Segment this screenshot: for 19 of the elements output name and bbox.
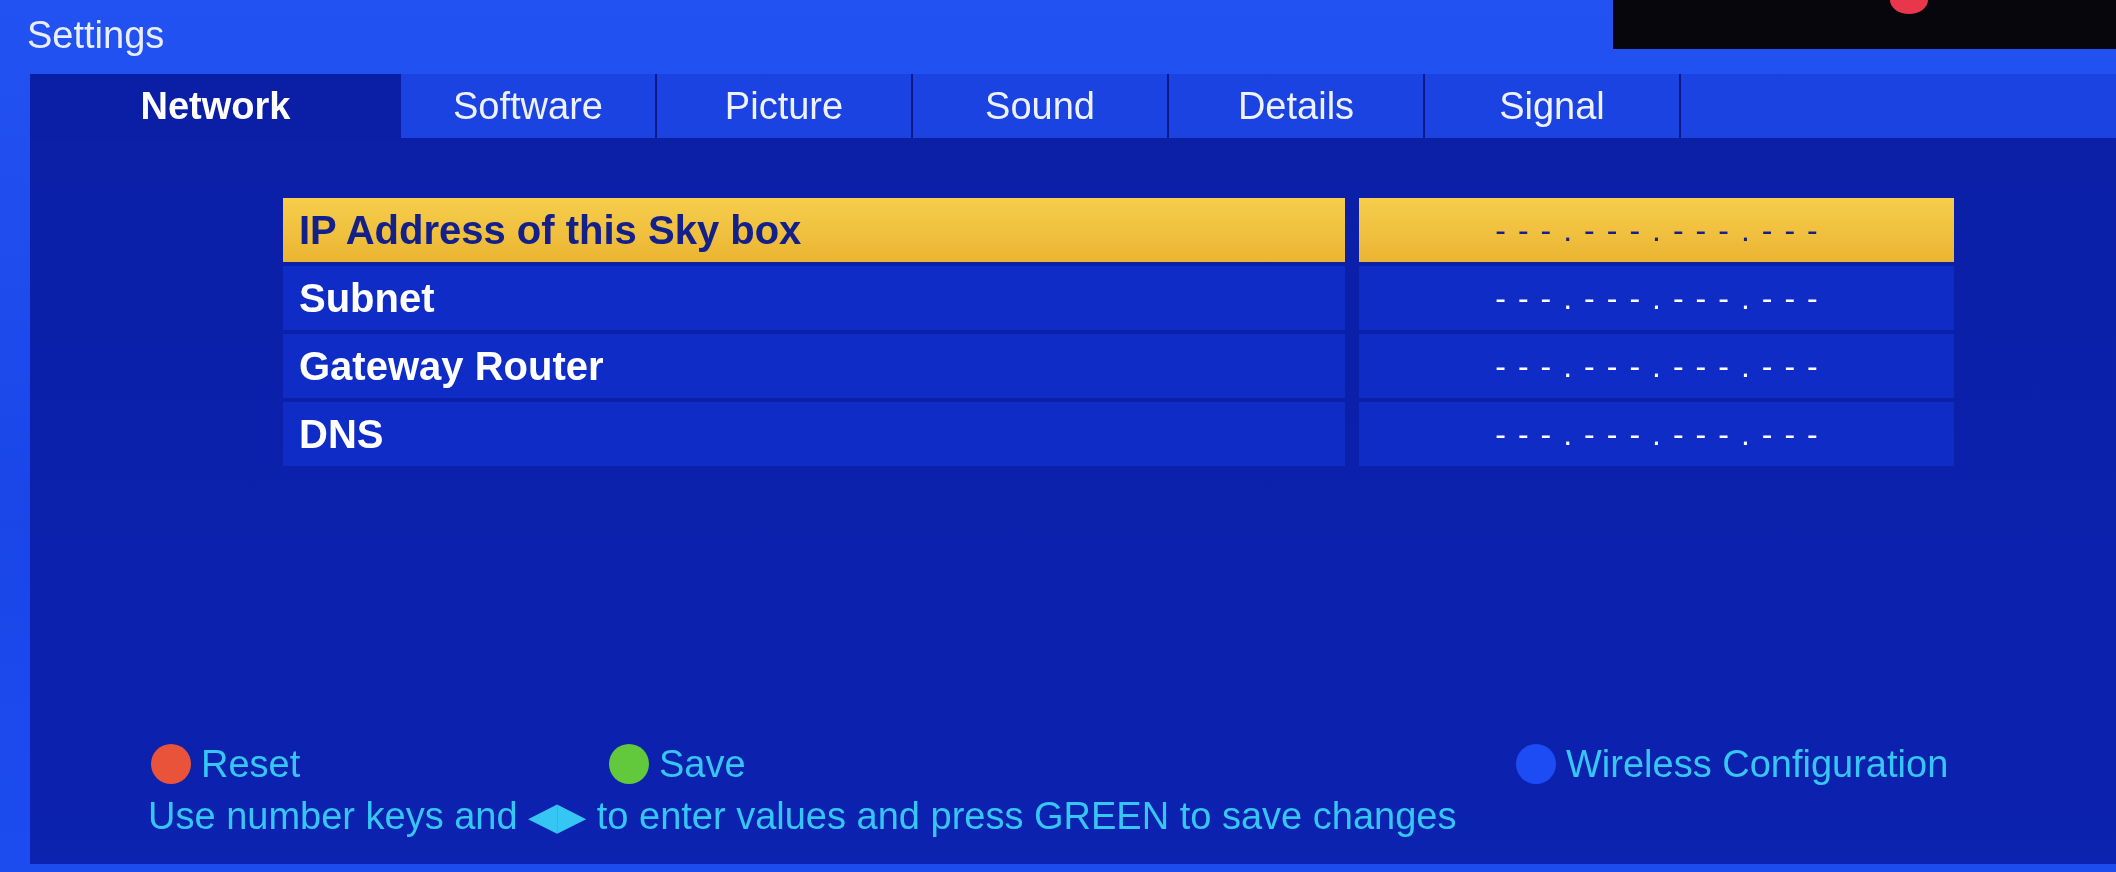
hint-text: Use number keys and ◀▶ to enter values and press GREEN to save changes <box>148 794 1458 838</box>
key-label: Save <box>659 742 746 786</box>
setting-label[interactable]: Gateway Router <box>283 334 1345 398</box>
settings-tab[interactable]: Sound <box>913 74 1169 138</box>
setting-value-field[interactable]: ---.---.---.--- <box>1359 402 1954 466</box>
setting-value-field[interactable]: ---.---.---.--- <box>1359 334 1954 398</box>
key-label: Wireless Configuration <box>1566 742 1949 786</box>
setting-label[interactable]: DNS <box>283 402 1345 466</box>
setting-label[interactable]: IP Address of this Sky box <box>283 198 1345 262</box>
screen-title: Settings <box>26 13 165 56</box>
settings-tab[interactable]: Network <box>30 74 401 138</box>
key-label: Reset <box>201 742 301 786</box>
settings-tab[interactable]: Software <box>401 74 657 138</box>
settings-tab[interactable]: Details <box>1169 74 1425 138</box>
setting-value-field[interactable]: ---.---.---.--- <box>1359 266 1954 330</box>
settings-tab[interactable]: Signal <box>1425 74 1681 138</box>
settings-tab[interactable]: Picture <box>657 74 913 138</box>
setting-value-field[interactable]: ---.---.---.--- <box>1359 198 1954 262</box>
setting-label[interactable]: Subnet <box>283 266 1345 330</box>
